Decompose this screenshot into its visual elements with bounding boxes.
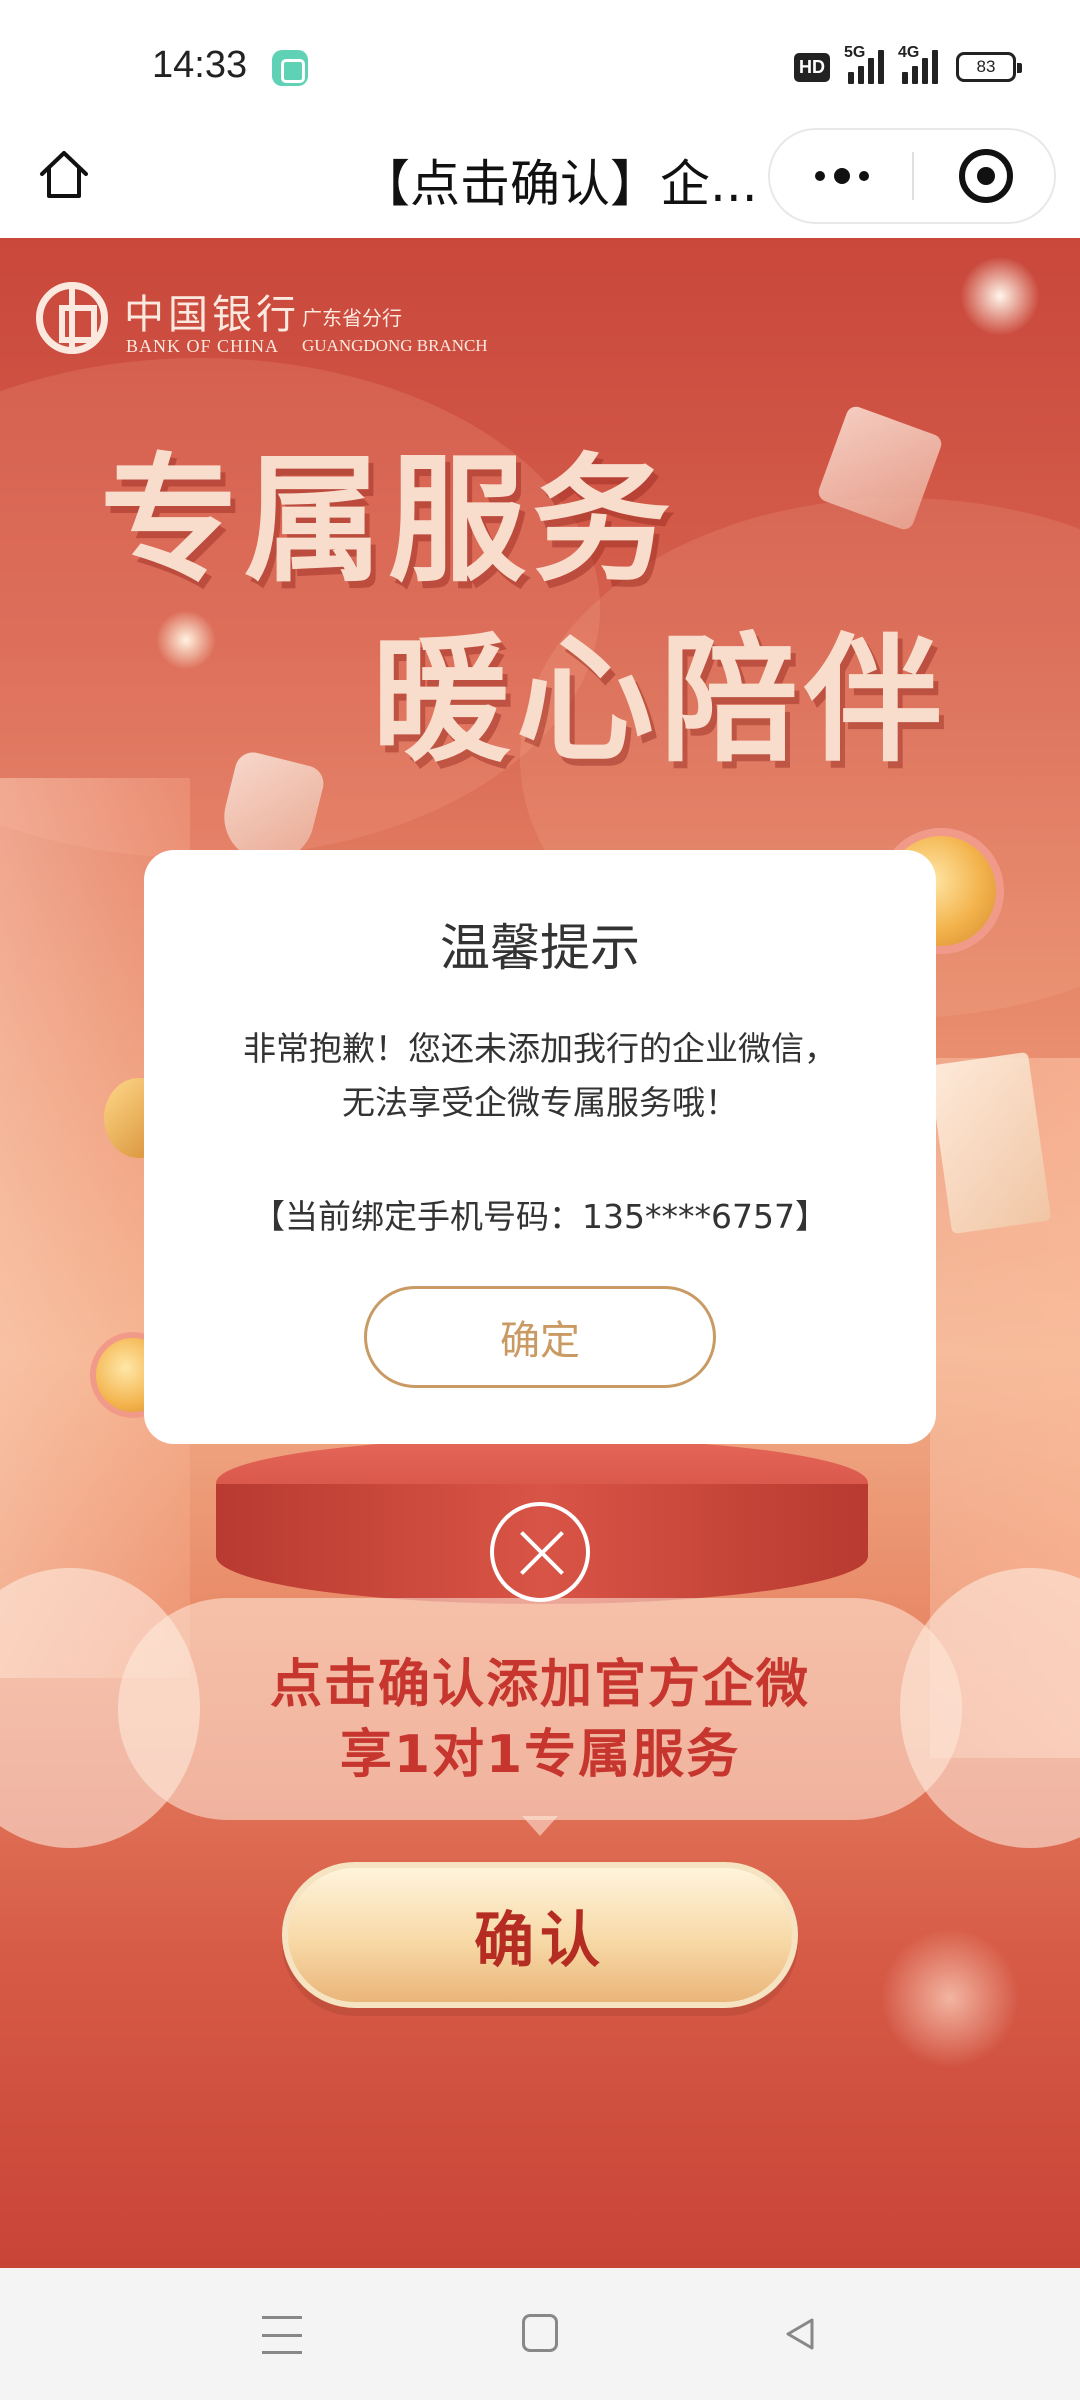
close-miniprogram-icon[interactable] (914, 130, 1058, 222)
decor-glow (880, 1928, 1020, 2068)
home-icon[interactable] (34, 144, 94, 204)
bank-name-cn: 中国银行 (124, 292, 300, 338)
signal-bar (922, 58, 928, 84)
promo-text-line1: 点击确认添加官方企微 (269, 1655, 810, 1715)
notice-dialog: 温馨提示 非常抱歉！您还未添加我行的企业微信， 无法享受企微专属服务哦！ 【当前… (144, 850, 936, 1444)
system-nav-bar (0, 2268, 1080, 2400)
bank-of-china-logo (36, 282, 108, 354)
branch-name-en: GUANGDONG BRANCH (302, 336, 488, 355)
status-indicators: HD 5G 4G 83 (794, 44, 1022, 84)
more-dot (859, 171, 869, 181)
notification-app-icon (272, 50, 308, 86)
confirm-button[interactable]: 确认 (282, 1862, 798, 2008)
recent-apps-icon[interactable] (262, 2316, 302, 2354)
page-title: 【点击确认】企... (360, 155, 758, 213)
signal-bar (902, 72, 908, 84)
signal-4g-icon: 4G (898, 44, 938, 84)
dialog-message: 非常抱歉！您还未添加我行的企业微信， 无法享受企微专属服务哦！ (184, 1022, 896, 1130)
decor-glow (960, 256, 1040, 336)
signal-bar (868, 58, 874, 84)
branch-name-cn: 广东省分行 (302, 306, 402, 330)
signal-bar (932, 50, 938, 84)
decor-glow (156, 610, 216, 670)
headline-line2: 暖心陪伴 (372, 620, 949, 781)
back-icon[interactable] (780, 2314, 820, 2354)
signal-5g-label: 5G (844, 44, 866, 61)
status-time: 14:33 (152, 44, 248, 86)
signal-bar (878, 50, 884, 84)
menu-line (262, 2316, 302, 2319)
close-ring (959, 149, 1013, 203)
system-home-icon[interactable] (522, 2314, 558, 2352)
dialog-ok-button[interactable]: 确定 (364, 1286, 716, 1388)
signal-bar (858, 66, 864, 84)
more-dot (834, 168, 850, 184)
signal-5g-icon: 5G (844, 44, 884, 84)
headline-line1: 专属服务 (100, 440, 677, 601)
speech-bubble-tail (522, 1816, 558, 1836)
battery-icon: 83 (956, 52, 1022, 82)
menu-line (262, 2351, 302, 2354)
dialog-title: 温馨提示 (440, 919, 640, 977)
miniprogram-capsule (768, 128, 1056, 224)
status-bar: 14:33 HD 5G 4G 83 (0, 0, 1080, 120)
bound-phone-text: 【当前绑定手机号码：135****6757】 (252, 1197, 828, 1236)
more-icon[interactable] (770, 130, 914, 222)
signal-bar (848, 72, 854, 84)
dialog-message-line2: 无法享受企微专属服务哦！ (342, 1083, 738, 1122)
bank-name-en: BANK OF CHINA (126, 336, 280, 356)
signal-4g-label: 4G (898, 44, 920, 61)
nav-bar: 【点击确认】企... (0, 120, 1080, 238)
signal-bar (912, 66, 918, 84)
dialog-message-line1: 非常抱歉！您还未添加我行的企业微信， (243, 1029, 837, 1068)
hd-icon: HD (794, 52, 830, 82)
menu-line (262, 2333, 302, 2337)
promo-text-line2: 享1对1专属服务 (339, 1725, 741, 1785)
dialog-close-icon[interactable] (490, 1502, 590, 1602)
more-dot (815, 171, 825, 181)
